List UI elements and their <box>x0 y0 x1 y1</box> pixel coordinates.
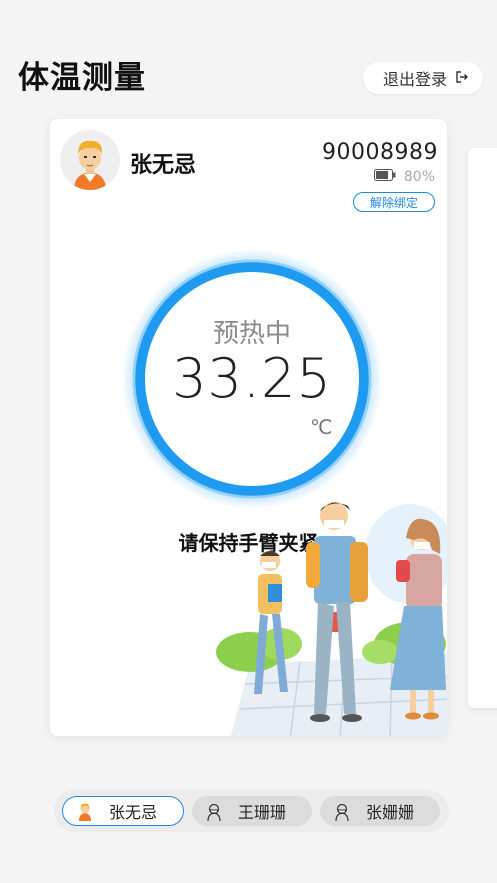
device-id: 90008989 <box>322 140 438 165</box>
measurement-card: 张无忌 90008989 80% 解除绑定 预热中 33.25 ℃ 请保持手臂夹… <box>50 119 447 736</box>
page-title: 体温测量 <box>18 60 146 96</box>
next-card-peek[interactable] <box>468 148 497 708</box>
tab-person-2[interactable]: 张姗姗 <box>320 796 440 826</box>
status-text: 预热中 <box>212 319 291 349</box>
students-illustration <box>210 494 447 736</box>
battery-icon <box>373 169 396 185</box>
tab-label: 王珊珊 <box>238 803 287 822</box>
tab-label: 张无忌 <box>109 803 158 822</box>
logout-button[interactable]: 退出登录 <box>363 62 483 94</box>
person-name: 张无忌 <box>130 153 197 178</box>
battery-status: 80% <box>373 169 435 185</box>
tab-label: 张姗姗 <box>366 803 415 822</box>
battery-percent: 80% <box>403 169 435 185</box>
logout-icon <box>455 69 469 88</box>
avatar <box>60 130 120 190</box>
person-masked-icon <box>204 801 224 822</box>
boy-avatar-icon <box>75 801 95 821</box>
temperature-gauge: 预热中 33.25 ℃ <box>122 249 382 509</box>
person-masked-icon <box>332 801 352 822</box>
tab-person-0[interactable]: 张无忌 <box>62 796 184 826</box>
tab-person-1[interactable]: 王珊珊 <box>192 796 312 826</box>
person-tabbar: 张无忌 王珊珊 张姗姗 <box>54 790 449 832</box>
temperature-unit: ℃ <box>310 415 333 439</box>
logout-label: 退出登录 <box>382 70 447 89</box>
unbind-button[interactable]: 解除绑定 <box>353 192 435 212</box>
temperature-value: 33.25 <box>172 347 332 410</box>
